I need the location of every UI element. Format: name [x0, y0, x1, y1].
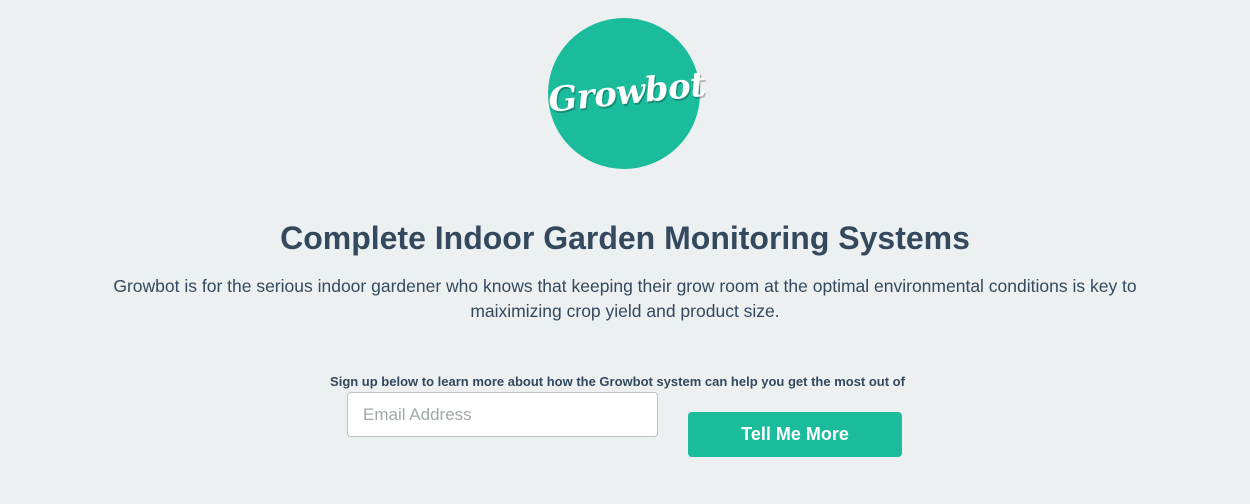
logo-wordmark: Growbot — [546, 64, 708, 121]
email-field[interactable] — [347, 392, 658, 437]
tell-me-more-button[interactable]: Tell Me More — [688, 412, 902, 457]
growbot-logo: Growbot — [546, 18, 708, 169]
page-headline: Complete Indoor Garden Monitoring System… — [280, 220, 970, 256]
intro-paragraph: Growbot is for the serious indoor garden… — [113, 276, 1137, 321]
